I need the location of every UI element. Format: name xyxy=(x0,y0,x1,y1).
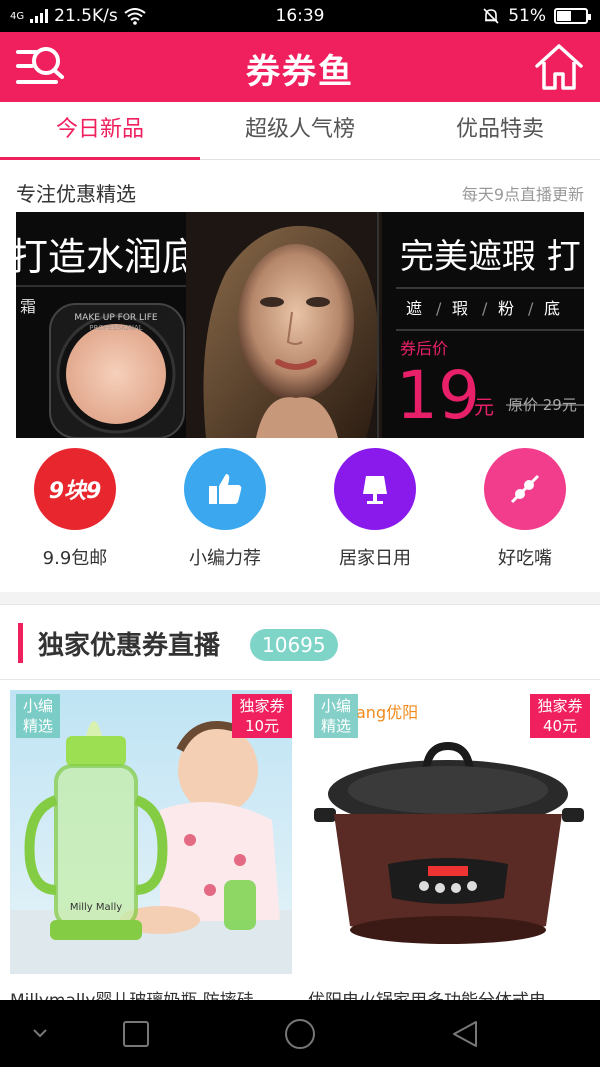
product-card[interactable]: Milly Mally 小编 精选 独家券 10元 Millymally婴儿玻璃… xyxy=(10,690,292,1011)
banner-price-unit: 元 xyxy=(474,395,494,419)
featured-title: 专注优惠精选 xyxy=(16,182,136,206)
nine-nine-icon: 9块9 xyxy=(34,448,116,530)
live-coupon-header: 独家优惠券直播 10695 xyxy=(0,604,600,680)
tab-popular[interactable]: 超级人气榜 xyxy=(200,102,400,159)
promo-banner[interactable]: 打造水润底妆 霜 MAKE UP FOR LIFE PROFESSIONAL 完… xyxy=(16,212,584,438)
exclusive-coupon-badge: 独家券 10元 xyxy=(232,694,292,738)
badge-text: 精选 xyxy=(320,717,351,735)
app-header: 券券鱼 xyxy=(0,32,600,102)
nine-nine-icon-text: 9块9 xyxy=(48,479,102,504)
status-bar: 4G 21.5K/s 16:39 51% xyxy=(0,0,600,32)
svg-text:/: / xyxy=(528,299,534,318)
bell-muted-icon xyxy=(483,8,499,24)
compact-powder-image: MAKE UP FOR LIFE PROFESSIONAL xyxy=(49,303,185,438)
category-label: 居家日用 xyxy=(339,548,411,569)
banner-price: 19 xyxy=(396,357,480,434)
banner-left-side-text: 霜 xyxy=(20,297,36,316)
battery-percent: 51% xyxy=(508,6,546,26)
tab-bar: 今日新品 超级人气榜 优品特卖 xyxy=(0,102,600,160)
category-label: 好吃嘴 xyxy=(498,548,552,569)
category-home-daily[interactable]: 居家日用 xyxy=(300,448,450,578)
product-brand-logo: ang优阳 xyxy=(356,703,418,722)
skewer-icon xyxy=(484,448,566,530)
bottle-label: Milly Mally xyxy=(70,902,122,913)
live-coupon-count: 10695 xyxy=(250,629,338,661)
section-accent-bar xyxy=(18,623,23,663)
compact-brand-sub: PROFESSIONAL xyxy=(89,324,143,332)
product-card[interactable]: ang优阳 小编 精选 独家券 40元 xyxy=(308,690,590,1011)
tab-special-sale[interactable]: 优品特卖 xyxy=(400,102,600,159)
featured-subtitle: 每天9点直播更新 xyxy=(461,184,584,204)
product-image-hot-pot: ang优阳 小编 精选 独家券 40元 xyxy=(308,690,590,974)
compact-brand-label: MAKE UP FOR LIFE xyxy=(74,313,157,323)
recents-icon[interactable] xyxy=(116,1014,156,1054)
banner-tag: 瑕 xyxy=(452,299,468,318)
banner-tag: 粉 xyxy=(498,299,514,318)
status-right: 51% xyxy=(482,6,591,26)
category-editor-picks[interactable]: 小编力荐 xyxy=(150,448,300,578)
category-label: 小编力荐 xyxy=(189,548,261,569)
category-label: 9.9包邮 xyxy=(42,548,108,569)
product-image-baby-bottle: Milly Mally 小编 精选 独家券 10元 xyxy=(10,690,292,974)
battery-fill xyxy=(557,11,572,21)
badge-text: 小编 xyxy=(22,697,53,715)
badge-text: 独家券 xyxy=(537,697,583,715)
category-row: 9块9 9.9包邮 小编力荐 居家日用 好吃嘴 xyxy=(0,448,600,578)
badge-text: 独家券 xyxy=(239,697,285,715)
system-nav-bar xyxy=(0,1000,600,1067)
badge-text: 小编 xyxy=(320,697,351,715)
live-coupon-title: 独家优惠券直播 xyxy=(38,631,221,661)
featured-header: 专注优惠精选 每天9点直播更新 xyxy=(16,178,584,207)
app-title: 券券鱼 xyxy=(246,52,354,92)
editor-pick-badge: 小编 精选 xyxy=(314,694,358,738)
model-portrait-image xyxy=(186,212,382,438)
back-icon[interactable] xyxy=(446,1014,486,1054)
banner-right-headline: 完美遮瑕 打 xyxy=(400,237,581,277)
banner-tag: 底 xyxy=(544,299,560,318)
banner-tag: 遮 xyxy=(406,299,422,318)
category-snacks[interactable]: 好吃嘴 xyxy=(450,448,600,578)
chevron-down-icon[interactable] xyxy=(20,1014,60,1054)
battery-icon xyxy=(554,8,591,24)
thumbs-up-icon xyxy=(184,448,266,530)
home-icon[interactable] xyxy=(534,42,584,92)
lamp-icon xyxy=(334,448,416,530)
badge-text: 10元 xyxy=(244,717,280,735)
banner-graphic: 打造水润底妆 霜 MAKE UP FOR LIFE PROFESSIONAL 完… xyxy=(16,212,584,438)
home-circle-icon[interactable] xyxy=(280,1014,320,1054)
category-nine-nine[interactable]: 9块9 9.9包邮 xyxy=(0,448,150,578)
badge-text: 精选 xyxy=(22,717,53,735)
product-grid: Milly Mally 小编 精选 独家券 10元 Millymally婴儿玻璃… xyxy=(0,680,600,1011)
svg-text:/: / xyxy=(436,299,442,318)
editor-pick-badge: 小编 精选 xyxy=(16,694,60,738)
svg-text:/: / xyxy=(482,299,488,318)
banner-price-label: 券后价 xyxy=(400,339,448,358)
badge-text: 40元 xyxy=(542,717,578,735)
tab-new-today[interactable]: 今日新品 xyxy=(0,102,200,160)
exclusive-coupon-badge: 独家券 40元 xyxy=(530,694,590,738)
